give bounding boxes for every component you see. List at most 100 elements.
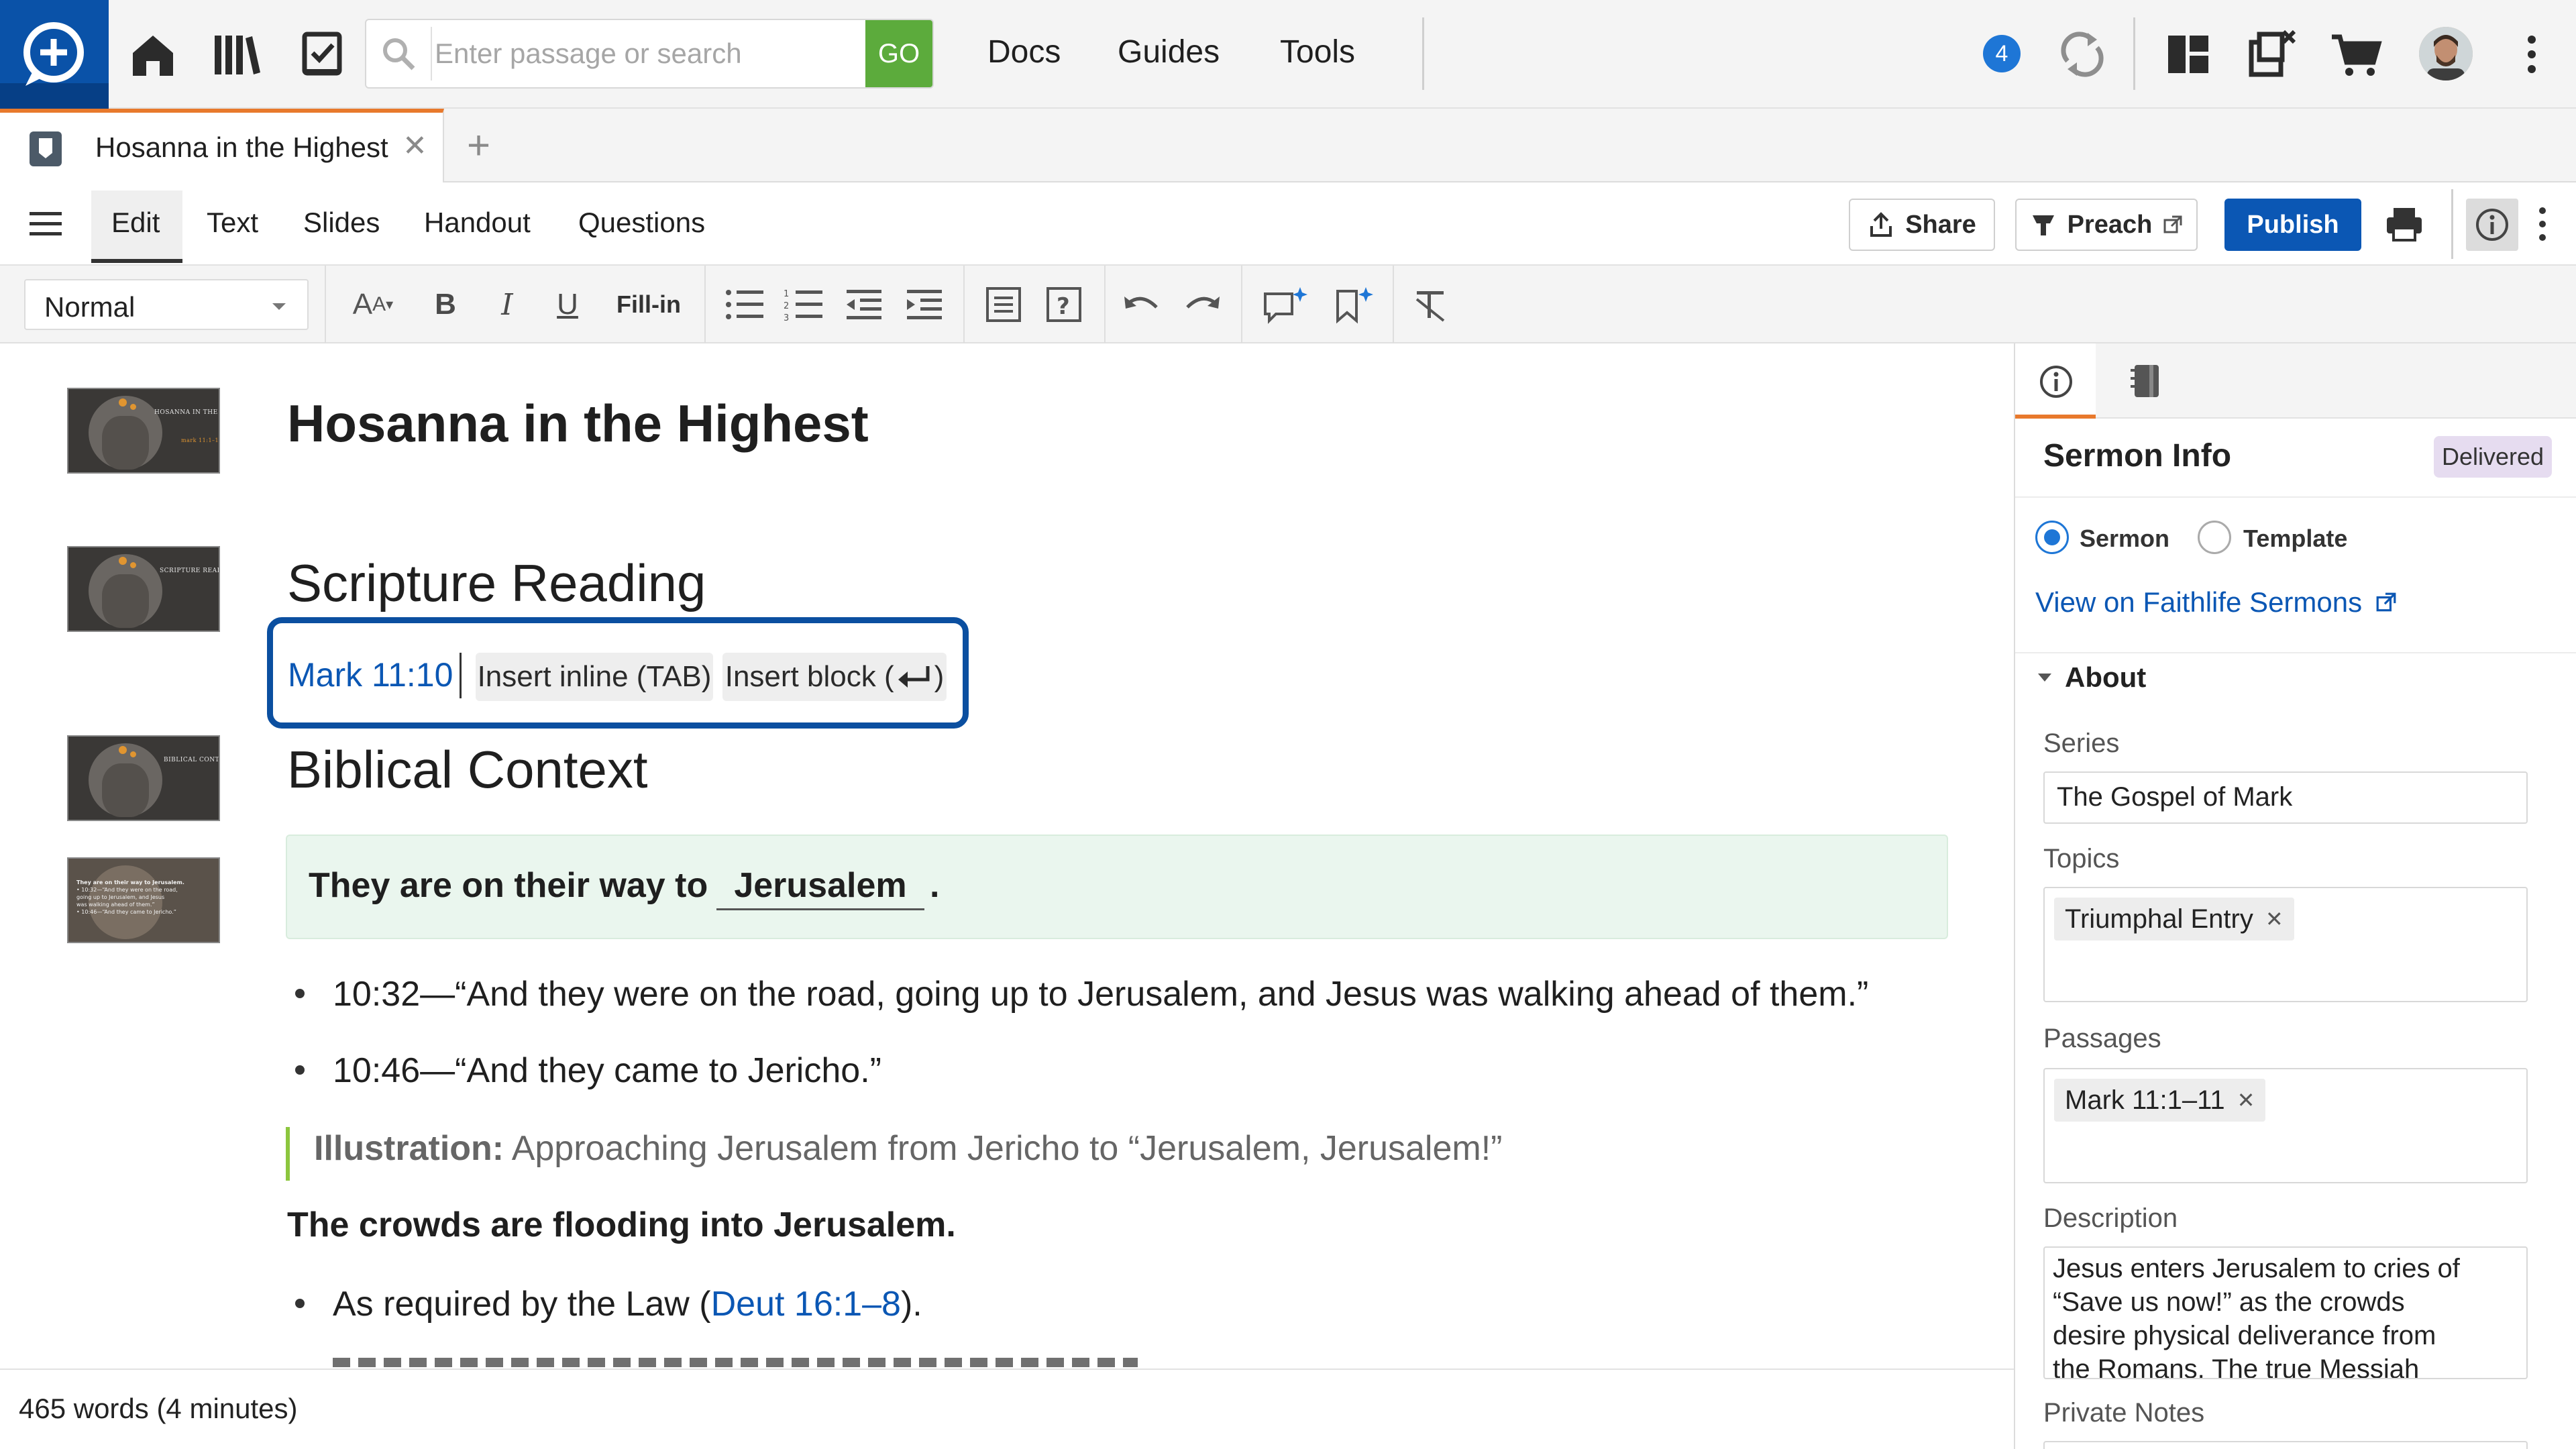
sync-icon[interactable]	[2055, 28, 2109, 81]
panel-tab-info[interactable]	[2015, 343, 2096, 419]
slide-thumbnail-text[interactable]: They are on their way to Jerusalem. • 10…	[67, 857, 220, 943]
menu-edit[interactable]: Edit	[111, 207, 160, 239]
subheading-crowds[interactable]: The crowds are flooding into Jerusalem.	[287, 1205, 956, 1245]
avatar[interactable]	[2419, 27, 2473, 80]
scripture-reference-input[interactable]: Mark 11:10	[288, 655, 453, 694]
bullet-text[interactable]: 10:46—“And they came to Jericho.”	[333, 1051, 881, 1091]
search-divider	[431, 27, 432, 80]
notification-badge[interactable]: 4	[1983, 35, 2021, 72]
fill-in-answer[interactable]: Jerusalem	[716, 865, 924, 910]
series-field[interactable]: The Gospel of Mark	[2043, 771, 2528, 824]
indent-icon[interactable]	[903, 283, 946, 326]
sermon-editor[interactable]: HOSANNA IN THE HIGHEST mark 11:1–11 SCRI…	[0, 343, 2014, 1368]
nav-tools[interactable]: Tools	[1280, 34, 1355, 70]
menu-text[interactable]: Text	[207, 207, 258, 239]
illustration-block[interactable]: Illustration: Approaching Jerusalem from…	[314, 1128, 1502, 1169]
heading-biblical-context[interactable]: Biblical Context	[287, 739, 648, 800]
radio-sermon-label[interactable]: Sermon	[2080, 525, 2169, 553]
menu-slides[interactable]: Slides	[303, 207, 380, 239]
bullet-dot	[295, 1065, 305, 1075]
about-section-toggle[interactable]: About	[2035, 661, 2146, 694]
checklist-icon[interactable]	[297, 28, 350, 81]
paragraph-style-value: Normal	[44, 291, 136, 323]
bullet-text[interactable]: 10:32—“And they were on the road, going …	[333, 974, 1868, 1014]
new-tab-icon[interactable]: +	[467, 122, 490, 168]
fill-in-suffix: .	[930, 866, 940, 905]
more-vertical-icon[interactable]	[2529, 203, 2556, 246]
menu-row: Edit Text Slides Handout Questions Share…	[0, 182, 2576, 266]
text-block-icon[interactable]	[982, 283, 1025, 326]
cart-icon[interactable]	[2329, 28, 2383, 81]
info-toggle-button[interactable]	[2466, 199, 2518, 251]
outdent-icon[interactable]	[843, 283, 885, 326]
view-on-faithlife-link[interactable]: View on Faithlife Sermons	[2035, 586, 2397, 619]
search-icon[interactable]	[378, 34, 419, 74]
fill-in-block[interactable]: They are on their way to Jerusalem .	[286, 835, 1948, 939]
bookmark-sparkle-icon[interactable]	[1330, 283, 1378, 326]
private-notes-field[interactable]	[2043, 1441, 2528, 1449]
hamburger-icon[interactable]	[27, 205, 64, 243]
slide-thumbnail-title[interactable]: HOSANNA IN THE HIGHEST mark 11:1–11	[67, 388, 220, 474]
nav-guides[interactable]: Guides	[1118, 34, 1220, 70]
italic-icon[interactable]: I	[486, 283, 529, 326]
radio-sermon[interactable]	[2035, 521, 2069, 554]
layout-icon[interactable]	[2161, 28, 2215, 81]
slide-thumbnail-scripture[interactable]: SCRIPTURE READING	[67, 546, 220, 632]
description-field[interactable]: Jesus enters Jerusalem to cries of “Save…	[2043, 1246, 2528, 1379]
question-block-icon[interactable]: ?	[1042, 283, 1085, 326]
bullet3-prefix: As required by the Law (	[333, 1285, 711, 1324]
nav-docs[interactable]: Docs	[987, 34, 1061, 70]
font-size-icon[interactable]: A A ▾	[341, 283, 405, 326]
passages-field[interactable]: Mark 11:1–11 ✕	[2043, 1068, 2528, 1183]
paragraph-style-select[interactable]: Normal	[24, 279, 309, 330]
numbered-list-icon[interactable]: 1 2 3	[782, 283, 825, 326]
passage-chip[interactable]: Mark 11:1–11 ✕	[2054, 1079, 2266, 1122]
share-button[interactable]: Share	[1849, 199, 1995, 251]
bold-icon[interactable]: B	[424, 283, 467, 326]
topics-field[interactable]: Triumphal Entry ✕	[2043, 887, 2528, 1002]
sermon-title[interactable]: Hosanna in the Highest	[287, 393, 869, 454]
logos-logo[interactable]	[0, 0, 109, 109]
topic-chip[interactable]: Triumphal Entry ✕	[2054, 898, 2294, 941]
clear-formatting-icon[interactable]	[1409, 283, 1452, 326]
print-icon[interactable]	[2384, 204, 2424, 244]
sermon-doc-icon	[27, 129, 64, 169]
home-icon[interactable]	[126, 28, 180, 81]
info-icon	[2038, 364, 2074, 400]
remove-chip-icon[interactable]: ✕	[2237, 1087, 2255, 1113]
insert-block-button[interactable]: Insert block ( )	[722, 653, 947, 701]
remove-chip-icon[interactable]: ✕	[2265, 906, 2284, 932]
close-tab-icon[interactable]: ✕	[402, 129, 427, 163]
bullet3-suffix: ).	[900, 1285, 922, 1324]
slide-thumbnail-context[interactable]: BIBLICAL CONTEXT	[67, 735, 220, 821]
heading-scripture-reading[interactable]: Scripture Reading	[287, 553, 706, 614]
undo-icon[interactable]	[1120, 283, 1163, 326]
publish-button[interactable]: Publish	[2224, 199, 2361, 251]
underline-icon[interactable]: U	[546, 283, 589, 326]
search-input[interactable]	[433, 20, 849, 87]
library-icon[interactable]	[209, 28, 263, 81]
view-link-label: View on Faithlife Sermons	[2035, 586, 2363, 618]
tab-bar: Hosanna in the Highest ✕ +	[0, 109, 2576, 182]
preach-button[interactable]: Preach	[2015, 199, 2198, 251]
tab-document[interactable]: Hosanna in the Highest ✕	[0, 109, 444, 182]
redo-icon[interactable]	[1181, 283, 1224, 326]
radio-template-label[interactable]: Template	[2243, 525, 2347, 553]
export-icon[interactable]	[2245, 28, 2298, 81]
radio-template[interactable]	[2198, 521, 2231, 554]
add-comment-sparkle-icon[interactable]	[1261, 283, 1309, 326]
menu-handout[interactable]: Handout	[424, 207, 531, 239]
bulleted-list-icon[interactable]	[723, 283, 766, 326]
bullet-text[interactable]: As required by the Law (Deut 16:1–8).	[333, 1284, 922, 1324]
panel-tab-notebook[interactable]	[2109, 343, 2183, 419]
insert-inline-button[interactable]: Insert inline (TAB)	[476, 653, 713, 701]
panel-title: Sermon Info	[2043, 438, 2232, 474]
more-vertical-icon[interactable]	[2505, 28, 2559, 81]
description-line: the Romans. The true Messiah	[2053, 1354, 2420, 1379]
fill-in-button[interactable]: Fill-in	[612, 283, 686, 326]
deut-link[interactable]: Deut 16:1–8	[711, 1285, 901, 1324]
go-button[interactable]: GO	[865, 20, 932, 87]
search-box: GO	[365, 19, 934, 89]
fill-in-prefix: They are on their way to	[309, 866, 708, 905]
menu-questions[interactable]: Questions	[578, 207, 705, 239]
